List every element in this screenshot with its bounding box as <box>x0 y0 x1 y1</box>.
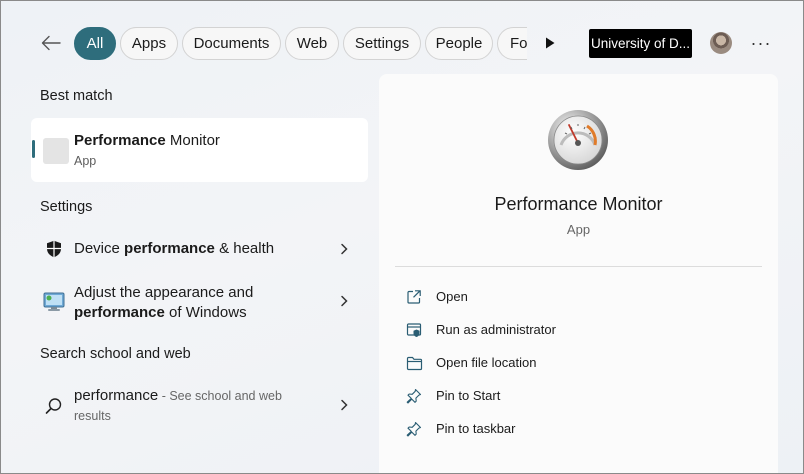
action-open-file-location[interactable]: Open file location <box>405 352 705 374</box>
best-match-heading: Best match <box>40 88 113 104</box>
action-label: Run as administrator <box>436 322 556 337</box>
filter-chip-apps[interactable]: Apps <box>120 27 178 60</box>
search-icon <box>43 395 65 417</box>
settings-heading: Settings <box>40 199 93 215</box>
action-pin-to-start[interactable]: Pin to Start <box>405 385 705 407</box>
filter-chip-settings[interactable]: Settings <box>343 27 421 60</box>
settings-result-device-performance[interactable]: Device performance & health <box>31 229 368 269</box>
pin-icon <box>405 387 423 405</box>
chevron-right-icon <box>337 294 351 308</box>
filter-chip-folders[interactable]: Fo <box>497 27 527 60</box>
filter-chip-documents[interactable]: Documents <box>182 27 281 60</box>
action-label: Pin to Start <box>436 388 501 403</box>
web-result-label: performance - See school and web results <box>74 387 282 423</box>
action-label: Open file location <box>436 355 537 370</box>
filter-bar: All Apps Documents Web Settings People F… <box>1 23 803 63</box>
action-pin-to-taskbar[interactable]: Pin to taskbar <box>405 418 705 440</box>
action-run-as-administrator[interactable]: Run as administrator <box>405 319 705 341</box>
web-heading: Search school and web <box>40 346 191 362</box>
back-button[interactable] <box>38 31 64 55</box>
settings-result-label: Device performance & health <box>74 240 275 257</box>
pin-icon <box>405 420 423 438</box>
more-options-button[interactable]: ··· <box>750 33 772 53</box>
selection-indicator <box>32 140 35 158</box>
filter-chip-web[interactable]: Web <box>285 27 339 60</box>
organization-badge[interactable]: University of D... <box>589 29 692 58</box>
best-match-title: Performance Monitor <box>74 132 220 149</box>
action-open[interactable]: Open <box>405 286 705 308</box>
arrow-left-icon <box>41 35 61 51</box>
divider <box>395 266 762 267</box>
best-match-result[interactable]: Performance Monitor App <box>31 118 368 182</box>
web-search-result[interactable]: performance - See school and web results <box>31 381 368 431</box>
app-placeholder-icon <box>43 138 69 164</box>
settings-result-adjust-appearance[interactable]: Adjust the appearance and performance of … <box>31 279 368 329</box>
monitor-settings-icon <box>43 291 65 313</box>
best-match-subtitle: App <box>74 154 97 168</box>
filter-chip-people[interactable]: People <box>425 27 493 60</box>
search-window: All Apps Documents Web Settings People F… <box>0 0 804 474</box>
action-label: Pin to taskbar <box>436 421 516 436</box>
play-icon <box>546 37 555 49</box>
folder-icon <box>405 354 423 372</box>
preview-title: Performance Monitor <box>494 194 663 214</box>
action-label: Open <box>436 289 468 304</box>
performance-monitor-gauge-icon <box>547 109 609 171</box>
preview-subtitle: App <box>566 222 591 237</box>
open-external-icon <box>405 288 423 306</box>
avatar[interactable] <box>710 32 732 54</box>
shield-icon <box>43 238 65 260</box>
preview-pane: Performance Monitor App Open Run as admi… <box>379 74 778 473</box>
chevron-right-icon <box>337 242 351 256</box>
scroll-filters-button[interactable] <box>542 35 558 51</box>
filter-chip-all[interactable]: All <box>74 27 116 60</box>
settings-result-label: Adjust the appearance and performance of … <box>74 284 254 321</box>
chevron-right-icon <box>337 398 351 412</box>
shield-admin-icon <box>405 321 423 339</box>
